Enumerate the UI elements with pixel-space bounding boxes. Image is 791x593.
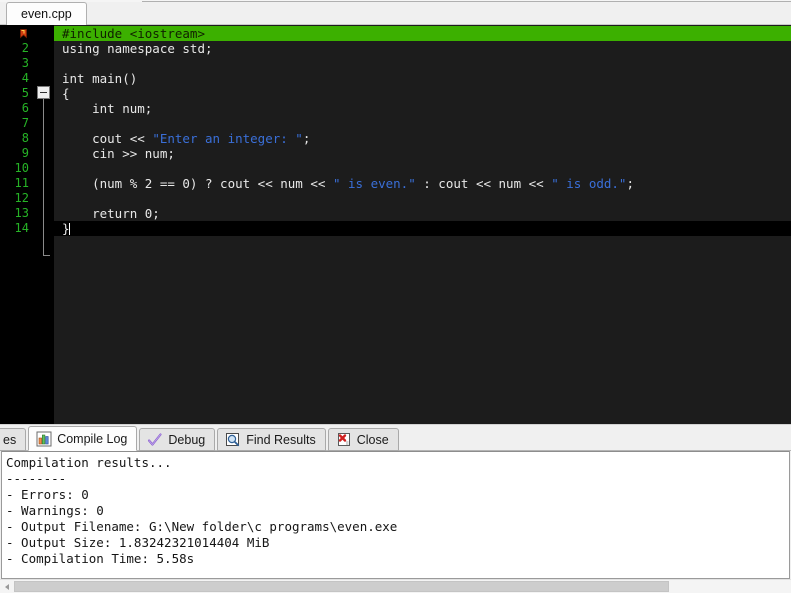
fold-range-line [43,99,44,255]
panel-tab-label: es [3,432,17,447]
code-line-5: { [54,86,791,101]
log-line: -------- [6,471,67,486]
code-token: : cout << num << [415,176,552,191]
arrow-left-icon[interactable] [0,580,14,593]
code-token: cout << [62,131,153,146]
code-line-14: } [54,221,791,236]
magnifier-document-icon [225,432,241,448]
file-tab-label: even.cpp [21,6,72,21]
code-token: int main() [62,71,138,86]
log-line: - Warnings: 0 [6,503,104,518]
line-number: 5 [21,86,29,100]
text-caret [68,223,70,235]
code-token: (num % 2 == 0) ? cout << num << [62,176,333,191]
code-fold-column[interactable] [34,25,54,424]
code-token: using namespace std; [62,41,213,56]
editor-gutter[interactable]: 2 3 4 5 6 7 8 9 10 11 12 13 14 [0,25,34,424]
panel-tab-label: Debug [168,432,206,447]
line-number: 9 [21,146,29,160]
line-number: 2 [21,41,29,55]
code-token-string: " is odd." [551,176,627,191]
log-line: - Compilation Time: 5.58s [6,551,195,566]
log-line: - Output Filename: G:\New folder\c progr… [6,519,398,534]
red-x-document-icon [336,432,352,448]
check-icon [147,432,163,448]
code-token: cin >> num; [62,146,175,161]
bookmark-icon[interactable] [0,26,34,41]
line-number: 13 [14,206,29,220]
code-line-6: int num; [54,101,791,116]
line-number: 3 [21,56,29,70]
code-token: ; [626,176,634,191]
code-editor-area: 2 3 4 5 6 7 8 9 10 11 12 13 14 #include … [0,25,791,425]
code-token: ; [302,131,311,146]
panel-tab-label: Compile Log [57,431,128,446]
code-line-13: return 0; [54,206,791,221]
horizontal-scroll-thumb[interactable] [14,581,669,592]
log-line: - Output Size: 1.83242321014404 MiB [6,535,270,550]
line-number: 10 [14,161,29,175]
log-line: Compilation results... [6,455,172,470]
panel-tab-find-results[interactable]: Find Results [217,428,326,451]
line-number: 4 [21,71,29,85]
line-number: 11 [14,176,29,190]
line-number: 6 [21,101,29,115]
panel-tab-label: Find Results [246,432,316,447]
code-line-4: int main() [54,71,791,86]
line-number: 14 [14,221,29,235]
code-line-1: #include <iostream> [54,26,791,41]
ide-window: even.cpp 2 3 4 5 6 7 8 9 10 11 12 13 14 … [0,0,791,593]
code-token-string: " is even." [332,176,416,191]
horizontal-scrollbar[interactable] [0,579,791,593]
panel-tab-debug[interactable]: Debug [139,428,216,451]
panel-tab-compile-log[interactable]: Compile Log [28,426,138,451]
fold-range-end [43,255,50,256]
code-editor[interactable]: 2 3 4 5 6 7 8 9 10 11 12 13 14 #include … [0,25,791,424]
code-token-string: "Enter an integer: " [152,131,303,146]
panel-tab-close[interactable]: Close [327,428,399,451]
fold-minus-glyph [40,92,47,93]
bottom-panel: es Compile Log Debug Find Results Close … [0,425,791,593]
fold-collapse-icon[interactable] [37,86,50,99]
code-line-11: (num % 2 == 0) ? cout << num << " is eve… [54,176,791,191]
line-number: 12 [14,191,29,205]
code-token: int num; [62,101,153,116]
line-number: 8 [21,131,29,145]
panel-tab-bar: es Compile Log Debug Find Results Close [0,425,791,451]
file-tab-bar: even.cpp [0,0,791,25]
horizontal-scroll-track[interactable] [669,580,791,593]
panel-tab-resources[interactable]: es [0,428,27,451]
compile-log-output[interactable]: Compilation results... -------- - Errors… [1,451,790,579]
code-token-preprocessor: #include <iostream> [62,26,205,41]
bar-chart-icon [36,431,52,447]
code-lines[interactable]: #include <iostream> using namespace std;… [54,25,791,424]
code-token: return 0; [62,206,160,221]
code-line-2: using namespace std; [54,41,791,56]
file-tab-even-cpp[interactable]: even.cpp [6,2,87,25]
code-line-8: cout << "Enter an integer: "; [54,131,791,146]
line-number: 7 [21,116,29,130]
code-token: { [62,86,70,101]
code-line-9: cin >> num; [54,146,791,161]
log-line: - Errors: 0 [6,487,89,502]
panel-tab-label: Close [356,432,389,447]
